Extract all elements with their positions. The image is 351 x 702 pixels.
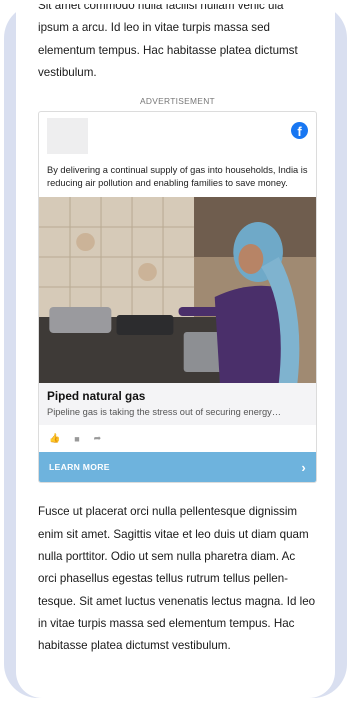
ad-subtitle: Pipeline gas is taking the stress out of… — [47, 407, 282, 418]
ad-title: Piped natural gas — [47, 389, 146, 404]
article-paragraph-bottom: Fusce ut placerat orci nulla pellentesqu… — [38, 505, 316, 653]
chevron-right-icon: › — [301, 459, 306, 475]
article-content: Sit amet commodo nulla facilisi nullam v… — [38, 4, 317, 657]
advertiser-avatar[interactable] — [47, 118, 88, 155]
learn-more-label: LEARN MORE — [49, 462, 110, 473]
kitchen-illustration — [39, 197, 316, 384]
article-paragraph-top: Sit amet commodo nulla facilisi nullam v… — [38, 4, 298, 79]
ad-body-text: By delivering a continual supply of gas … — [47, 165, 308, 188]
comment-icon[interactable]: ■ — [74, 434, 79, 444]
like-icon[interactable]: 👍 — [49, 433, 60, 444]
article-screen: Sit amet commodo nulla facilisi nullam v… — [16, 4, 335, 698]
ad-card[interactable]: f By delivering a continual supply of ga… — [38, 111, 317, 484]
learn-more-button[interactable]: LEARN MORE › — [39, 452, 316, 483]
advertisement-label: ADVERTISEMENT — [140, 96, 215, 107]
ad-image-woman-cooking[interactable] — [39, 197, 316, 384]
ad-reactions-bar: 👍 ■ ➦ — [39, 425, 316, 452]
facebook-icon: f — [291, 122, 308, 140]
ad-header: f — [39, 112, 316, 158]
device-frame: Sit amet commodo nulla facilisi nullam v… — [4, 4, 347, 698]
ad-title-block[interactable]: Piped natural gas Pipeline gas is taking… — [39, 383, 316, 426]
share-icon[interactable]: ➦ — [94, 433, 102, 444]
